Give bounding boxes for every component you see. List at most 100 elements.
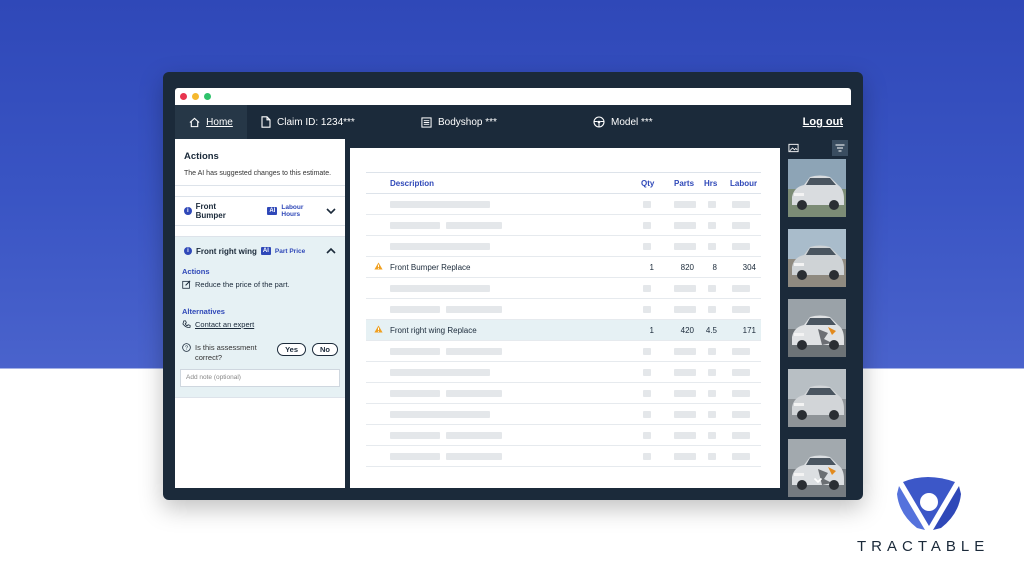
nav-home[interactable]: Home <box>175 105 247 139</box>
table-row[interactable]: Front Bumper Replace 1 820 8 304 <box>366 257 761 278</box>
placeholder-bar <box>643 348 651 355</box>
edit-icon <box>182 280 191 289</box>
placeholder-bar <box>708 411 716 418</box>
close-window-dot[interactable] <box>180 93 187 100</box>
info-icon: i <box>184 207 192 215</box>
chevron-down-icon[interactable] <box>326 207 336 215</box>
placeholder-bar <box>708 285 716 292</box>
steering-wheel-icon <box>593 116 605 128</box>
placeholder-bar <box>708 306 716 313</box>
placeholder-bar <box>390 432 440 439</box>
photo-thumbnail[interactable] <box>788 439 846 497</box>
placeholder-bar <box>732 390 750 397</box>
filter-icon[interactable] <box>832 140 848 156</box>
model-label: Model *** <box>611 116 653 128</box>
photo-thumbnail[interactable] <box>788 159 846 217</box>
placeholder-bar <box>643 453 651 460</box>
image-gallery-icon[interactable] <box>788 143 799 153</box>
phone-icon <box>182 320 191 329</box>
action-item-tag: Part Price <box>274 247 306 255</box>
action-item-name: Front Bumper <box>195 202 226 220</box>
placeholder-row[interactable] <box>366 194 761 215</box>
placeholder-bar <box>446 432 502 439</box>
placeholder-bar <box>390 453 440 460</box>
chevron-up-icon[interactable] <box>326 247 336 255</box>
placeholder-bar <box>674 243 696 250</box>
placeholder-bar <box>674 348 696 355</box>
maximize-window-dot[interactable] <box>204 93 211 100</box>
photo-thumbnail[interactable] <box>788 229 846 287</box>
placeholder-bar <box>674 201 696 208</box>
placeholder-bar <box>732 411 750 418</box>
placeholder-row[interactable] <box>366 404 761 425</box>
brand-name: TRACTABLE <box>857 538 990 555</box>
placeholder-bar <box>708 453 716 460</box>
placeholder-bar <box>708 390 716 397</box>
actions-section-title: Actions <box>182 267 210 276</box>
placeholder-bar <box>708 201 716 208</box>
placeholder-bar <box>732 369 750 376</box>
app-window: Home Claim ID: 1234*** Bodyshop *** Mode… <box>163 72 863 500</box>
actions-panel: Actions The AI has suggested changes to … <box>175 139 345 488</box>
placeholder-bar <box>732 348 750 355</box>
placeholder-row[interactable] <box>366 425 761 446</box>
cell-description: Front right wing Replace <box>390 326 477 335</box>
warning-icon <box>374 262 383 272</box>
document-icon <box>261 116 271 128</box>
gallery-scroll-down-icon[interactable] <box>785 476 851 486</box>
warning-icon <box>374 325 383 335</box>
placeholder-bar <box>643 390 651 397</box>
placeholder-row[interactable] <box>366 383 761 404</box>
cell-hrs: 4.5 <box>705 326 717 335</box>
home-icon <box>189 117 200 128</box>
cell-description: Front Bumper Replace <box>390 263 471 272</box>
placeholder-row[interactable] <box>366 278 761 299</box>
placeholder-bar <box>390 243 490 250</box>
placeholder-bar <box>390 348 440 355</box>
table-header: Description Qty Parts Hrs Labour <box>366 172 761 194</box>
placeholder-bar <box>674 222 696 229</box>
placeholder-bar <box>446 453 502 460</box>
table-row[interactable]: Front right wing Replace 1 420 4.5 171 <box>366 320 761 341</box>
note-input[interactable]: Add note (optional) <box>180 369 340 387</box>
minimize-window-dot[interactable] <box>192 93 199 100</box>
placeholder-bar <box>674 285 696 292</box>
placeholder-bar <box>446 348 502 355</box>
photo-thumbnail[interactable] <box>788 299 846 357</box>
action-item-tag: Labour Hours <box>281 204 304 218</box>
cell-qty: 1 <box>649 263 654 272</box>
placeholder-row[interactable] <box>366 446 761 467</box>
actions-panel-header: Actions The AI has suggested changes to … <box>175 139 345 186</box>
placeholder-bar <box>732 243 750 250</box>
placeholder-bar <box>643 411 651 418</box>
placeholder-row[interactable] <box>366 341 761 362</box>
placeholder-row[interactable] <box>366 299 761 320</box>
window-titlebar <box>175 88 851 105</box>
placeholder-bar <box>708 369 716 376</box>
placeholder-bar <box>674 390 696 397</box>
contact-expert-link[interactable]: Contact an expert <box>175 320 345 329</box>
placeholder-bar <box>708 432 716 439</box>
placeholder-bar <box>732 453 750 460</box>
cell-labour: 171 <box>742 326 756 335</box>
yes-button[interactable]: Yes <box>277 343 306 356</box>
placeholder-bar <box>732 201 750 208</box>
placeholder-row[interactable] <box>366 236 761 257</box>
action-item-header[interactable]: i Front right wing AI Part Price <box>175 237 345 265</box>
placeholder-bar <box>674 306 696 313</box>
placeholder-bar <box>390 222 440 229</box>
alternatives-section-title: Alternatives <box>182 307 225 316</box>
logout-link[interactable]: Log out <box>803 116 843 128</box>
col-parts: Parts <box>674 179 695 188</box>
placeholder-row[interactable] <box>366 362 761 383</box>
photo-thumbnail[interactable] <box>788 369 846 427</box>
nav-model: Model *** <box>593 116 653 128</box>
ai-badge: AI <box>267 207 278 215</box>
placeholder-bar <box>674 453 696 460</box>
question-icon: ? <box>182 343 191 352</box>
placeholder-row[interactable] <box>366 215 761 236</box>
nav-claim: Claim ID: 1234*** <box>261 116 355 128</box>
placeholder-bar <box>390 306 440 313</box>
no-button[interactable]: No <box>312 343 338 356</box>
action-item-front-bumper[interactable]: i Front Bumper AI Labour Hours <box>175 196 345 226</box>
